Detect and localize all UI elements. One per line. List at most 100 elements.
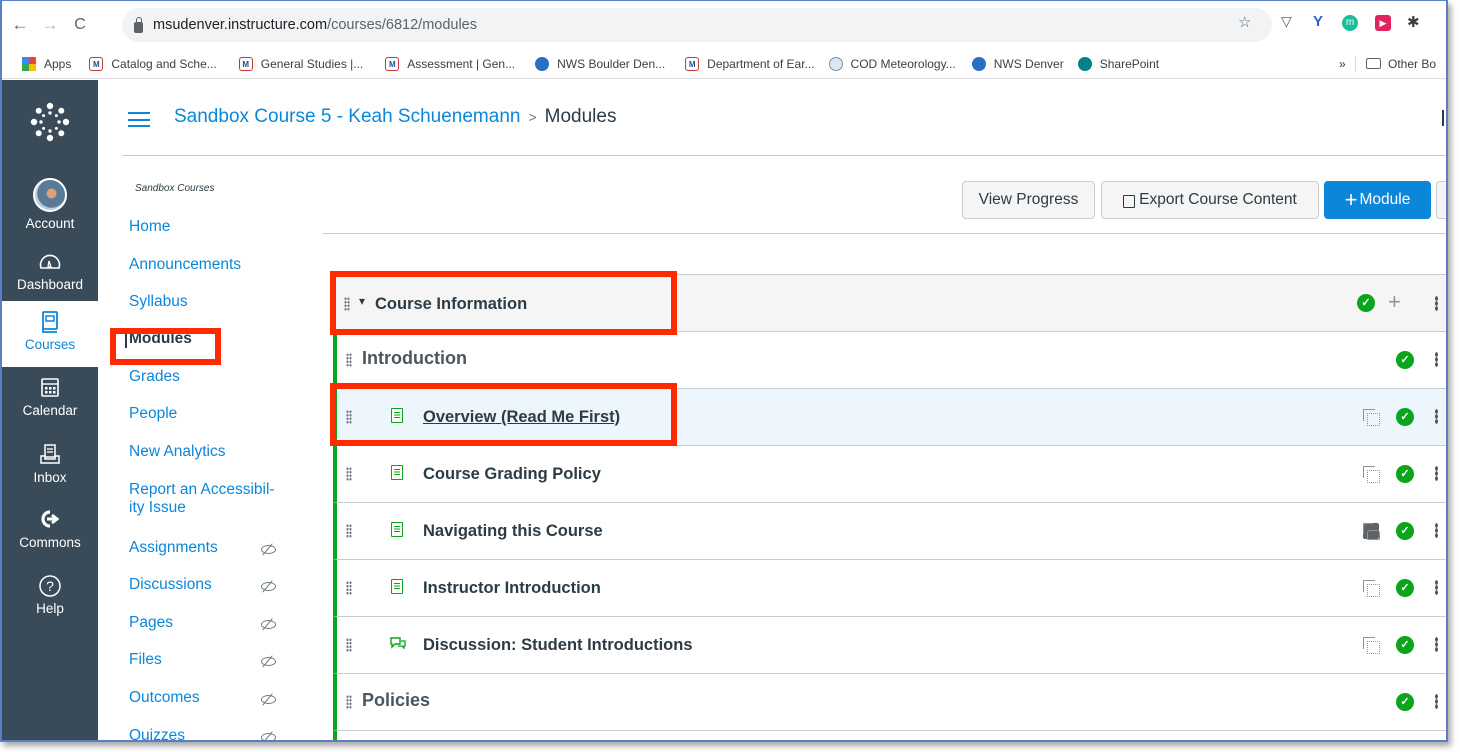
kebab-menu-icon[interactable] bbox=[1435, 580, 1438, 595]
add-module-button[interactable]: + Module bbox=[1324, 181, 1431, 219]
view-progress-button[interactable]: View Progress bbox=[962, 181, 1095, 219]
drag-handle-icon[interactable] bbox=[346, 638, 352, 652]
drag-handle-icon[interactable] bbox=[346, 581, 352, 595]
published-check-icon[interactable]: ✓ bbox=[1396, 522, 1414, 540]
bookmark-general-studies[interactable]: M General Studies |... bbox=[238, 56, 363, 71]
nav-label: Inbox bbox=[33, 470, 67, 485]
lock-icon bbox=[134, 16, 143, 33]
course-nav-report-accessibility[interactable]: Report an Accessibil-ity Issue bbox=[129, 481, 275, 517]
fastforward-extension-icon[interactable]: ▶ bbox=[1375, 15, 1391, 31]
module-header[interactable]: ▾ Course Information ✓ + bbox=[333, 274, 1446, 332]
course-nav-quizzes[interactable]: Quizzes bbox=[129, 727, 185, 740]
module-row-partial bbox=[333, 731, 1446, 740]
reload-button[interactable]: C bbox=[68, 16, 92, 34]
published-check-icon[interactable]: ✓ bbox=[1396, 636, 1414, 654]
item-title-link[interactable]: Instructor Introduction bbox=[423, 579, 601, 598]
bookmark-department[interactable]: M Department of Ear... bbox=[685, 56, 815, 71]
hamburger-menu-icon[interactable] bbox=[128, 112, 150, 127]
bookmark-assessment[interactable]: M Assessment | Gen... bbox=[385, 56, 515, 71]
course-nav-new-analytics[interactable]: New Analytics bbox=[129, 443, 225, 461]
course-nav-announcements[interactable]: Announcements bbox=[129, 256, 241, 274]
kebab-menu-icon[interactable] bbox=[1435, 409, 1438, 424]
published-check-icon[interactable]: ✓ bbox=[1396, 465, 1414, 483]
drag-handle-icon[interactable] bbox=[346, 410, 352, 424]
published-check-icon[interactable]: ✓ bbox=[1396, 408, 1414, 426]
drag-handle-icon[interactable] bbox=[346, 467, 352, 481]
bookmark-sharepoint[interactable]: SharePoint bbox=[1077, 56, 1159, 71]
address-bar[interactable]: msudenver.instructure.com/courses/6812/m… bbox=[122, 8, 1272, 42]
course-nav-home[interactable]: Home bbox=[129, 218, 170, 236]
course-nav-files[interactable]: Files bbox=[129, 651, 162, 669]
duplicate-icon[interactable] bbox=[1363, 466, 1380, 483]
calendar-icon bbox=[2, 376, 98, 400]
duplicate-icon[interactable] bbox=[1363, 580, 1380, 597]
other-bookmarks[interactable]: Other Bo bbox=[1366, 57, 1436, 71]
m-extension-icon[interactable]: m bbox=[1342, 15, 1358, 31]
back-button[interactable]: ← bbox=[8, 15, 32, 35]
drag-handle-icon[interactable] bbox=[346, 695, 352, 709]
drag-handle-icon[interactable] bbox=[346, 353, 352, 367]
item-title-link[interactable]: Overview (Read Me First) bbox=[423, 408, 620, 427]
subheader-title: Policies bbox=[362, 690, 431, 710]
y-extension-icon[interactable]: Y bbox=[1313, 13, 1323, 30]
bookmark-cod[interactable]: COD Meteorology... bbox=[828, 56, 956, 71]
course-nav-assignments[interactable]: Assignments bbox=[129, 539, 218, 557]
kebab-menu-icon[interactable] bbox=[1435, 352, 1438, 367]
course-nav-modules[interactable]: Modules bbox=[125, 330, 192, 348]
nav-help[interactable]: ? Help bbox=[2, 574, 98, 616]
course-nav-discussions[interactable]: Discussions bbox=[129, 576, 212, 594]
kebab-menu-icon[interactable] bbox=[1435, 296, 1438, 311]
course-nav-syllabus[interactable]: Syllabus bbox=[129, 293, 188, 311]
bookmark-catalog[interactable]: M Catalog and Sche... bbox=[89, 56, 217, 71]
module-row-page: Instructor Introduction ✓ bbox=[333, 560, 1446, 617]
course-nav-people[interactable]: People bbox=[129, 405, 177, 423]
add-item-icon[interactable]: + bbox=[1388, 289, 1401, 315]
canvas-logo-icon[interactable] bbox=[30, 102, 70, 142]
nav-inbox[interactable]: Inbox bbox=[2, 443, 98, 485]
published-check-icon[interactable]: ✓ bbox=[1396, 351, 1414, 369]
commons-icon bbox=[2, 508, 98, 532]
msu-logo-icon: M bbox=[385, 56, 400, 71]
duplicate-icon[interactable] bbox=[1363, 637, 1380, 654]
item-title-link[interactable]: Discussion: Student Introductions bbox=[423, 636, 693, 655]
star-icon[interactable]: ☆ bbox=[1238, 13, 1251, 31]
course-nav-grades[interactable]: Grades bbox=[129, 368, 180, 386]
drag-handle-icon[interactable] bbox=[344, 297, 350, 311]
page-icon bbox=[391, 408, 403, 423]
export-course-content-button[interactable]: Export Course Content bbox=[1101, 181, 1319, 219]
collapse-arrow-icon[interactable]: ▾ bbox=[359, 294, 365, 308]
item-title-link[interactable]: Course Grading Policy bbox=[423, 465, 601, 484]
bookmark-apps[interactable]: Apps bbox=[22, 56, 71, 71]
apps-grid-icon bbox=[22, 56, 36, 71]
kebab-menu-icon[interactable] bbox=[1435, 466, 1438, 481]
divider bbox=[1355, 56, 1356, 72]
published-check-icon[interactable]: ✓ bbox=[1396, 579, 1414, 597]
item-title-link[interactable]: Navigating this Course bbox=[423, 522, 603, 541]
published-check-icon[interactable]: ✓ bbox=[1357, 294, 1375, 312]
puzzle-icon[interactable]: ✱ bbox=[1407, 13, 1420, 31]
more-options-button[interactable] bbox=[1436, 181, 1446, 219]
kebab-menu-icon[interactable] bbox=[1435, 694, 1438, 709]
kebab-menu-icon[interactable] bbox=[1435, 637, 1438, 652]
course-nav-outcomes[interactable]: Outcomes bbox=[129, 689, 200, 707]
nav-calendar[interactable]: Calendar bbox=[2, 376, 98, 418]
pocket-icon[interactable]: ▽ bbox=[1281, 13, 1292, 30]
collapse-sidebar-icon[interactable] bbox=[1442, 110, 1444, 126]
nav-courses[interactable]: Courses bbox=[2, 301, 98, 367]
nav-account[interactable]: Account bbox=[2, 178, 98, 231]
breadcrumb-course-link[interactable]: Sandbox Course 5 - Keah Schuenemann bbox=[174, 106, 520, 127]
drag-handle-icon[interactable] bbox=[346, 524, 352, 538]
course-navigation: Sandbox Courses Home Announcements Sylla… bbox=[98, 156, 323, 740]
bookmark-nws-denver[interactable]: NWS Denver bbox=[971, 56, 1064, 71]
duplicate-locked-icon[interactable] bbox=[1363, 523, 1380, 540]
nav-commons[interactable]: Commons bbox=[2, 508, 98, 550]
forward-button[interactable]: → bbox=[38, 15, 62, 35]
hidden-eye-icon bbox=[261, 542, 276, 557]
published-check-icon[interactable]: ✓ bbox=[1396, 693, 1414, 711]
bookmark-nws-boulder[interactable]: NWS Boulder Den... bbox=[535, 56, 665, 71]
bookmarks-overflow-button[interactable]: » bbox=[1339, 57, 1346, 71]
course-nav-pages[interactable]: Pages bbox=[129, 614, 173, 632]
nav-dashboard[interactable]: Dashboard bbox=[2, 250, 98, 292]
kebab-menu-icon[interactable] bbox=[1435, 523, 1438, 538]
duplicate-icon[interactable] bbox=[1363, 409, 1380, 426]
